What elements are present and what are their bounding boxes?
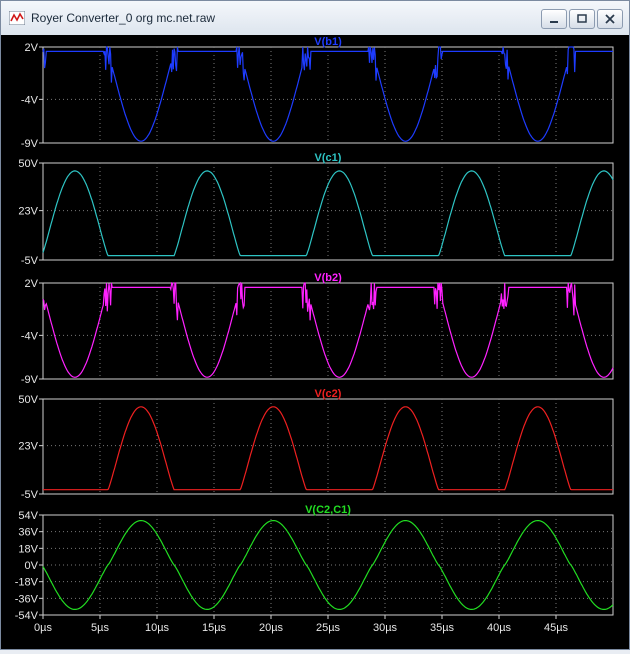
trace-title-c2: V(c2): [315, 388, 342, 400]
x-tick-label: 15µs: [202, 622, 227, 634]
y-tick-label: 0V: [25, 560, 39, 572]
waveform-viewer-window: Royer Converter_0 org mc.net.raw 2V -4V -9…: [0, 0, 630, 650]
y-tick-label: -18V: [15, 577, 39, 589]
x-tick-label: 35µs: [430, 622, 455, 634]
y-tick-label: -5V: [21, 255, 39, 267]
maximize-button[interactable]: [569, 9, 595, 29]
trace-title-b1: V(b1): [314, 36, 342, 48]
y-tick-label: -9V: [21, 138, 39, 150]
pane-b1: 2V -4V -9V V(b1): [21, 36, 614, 150]
pane-c2c1: 54V 36V 18V 0V -18V -36V -54V V(C2,C1): [15, 504, 614, 622]
maximize-icon: [577, 14, 587, 23]
trace-line-b2: [42, 281, 614, 378]
trace-title-b2: V(b2): [314, 272, 342, 284]
trace-title-c2c1: V(C2,C1): [305, 504, 351, 516]
y-tick-label: 23V: [18, 441, 38, 453]
y-tick-label: 23V: [18, 206, 38, 218]
waveform-app-icon: [9, 11, 25, 25]
x-tick-label: 10µs: [145, 622, 170, 634]
y-tick-label: -36V: [15, 593, 39, 605]
y-tick-label: 36V: [18, 527, 38, 539]
y-tick-label: 50V: [18, 394, 38, 406]
close-icon: [605, 14, 615, 24]
y-tick-label: 18V: [18, 543, 38, 555]
waveform-chart[interactable]: 2V -4V -9V V(b1) 50V 23V -5V V(c1) 2V -4V -9V V(b2)…: [1, 35, 629, 649]
y-tick-label: -54V: [15, 610, 39, 622]
y-tick-label: -9V: [21, 374, 39, 386]
x-tick-label: 45µs: [544, 622, 569, 634]
y-tick-label: 2V: [25, 278, 39, 290]
x-tick-label: 20µs: [259, 622, 284, 634]
plot-area[interactable]: 2V -4V -9V V(b1) 50V 23V -5V V(c1) 2V -4V -9V V(b2)…: [1, 35, 629, 649]
window-title: Royer Converter_0 org mc.net.raw: [31, 11, 216, 25]
trace-line-c1: [42, 170, 614, 257]
x-tick-label: 40µs: [487, 622, 512, 634]
pane-b2: 2V -4V -9V V(b2): [21, 272, 614, 386]
y-tick-label: 2V: [25, 42, 39, 54]
minimize-icon: [550, 21, 558, 23]
close-button[interactable]: [597, 9, 623, 29]
y-tick-label: -5V: [21, 489, 39, 501]
x-tick-label: 5µs: [91, 622, 109, 634]
pane-c2: 50V 23V -5V V(c2): [18, 388, 614, 501]
x-tick-label: 0µs: [34, 622, 52, 634]
y-tick-label: 50V: [18, 158, 38, 170]
y-tick-label: -4V: [21, 94, 39, 106]
y-tick-label: 54V: [18, 510, 38, 522]
pane-c1: 50V 23V -5V V(c1): [18, 152, 614, 267]
trace-title-c1: V(c1): [315, 152, 342, 164]
title-bar[interactable]: Royer Converter_0 org mc.net.raw: [1, 1, 629, 36]
x-tick-label: 25µs: [316, 622, 341, 634]
x-tick-label: 30µs: [373, 622, 398, 634]
y-tick-label: -4V: [21, 330, 39, 342]
minimize-button[interactable]: [541, 9, 567, 29]
